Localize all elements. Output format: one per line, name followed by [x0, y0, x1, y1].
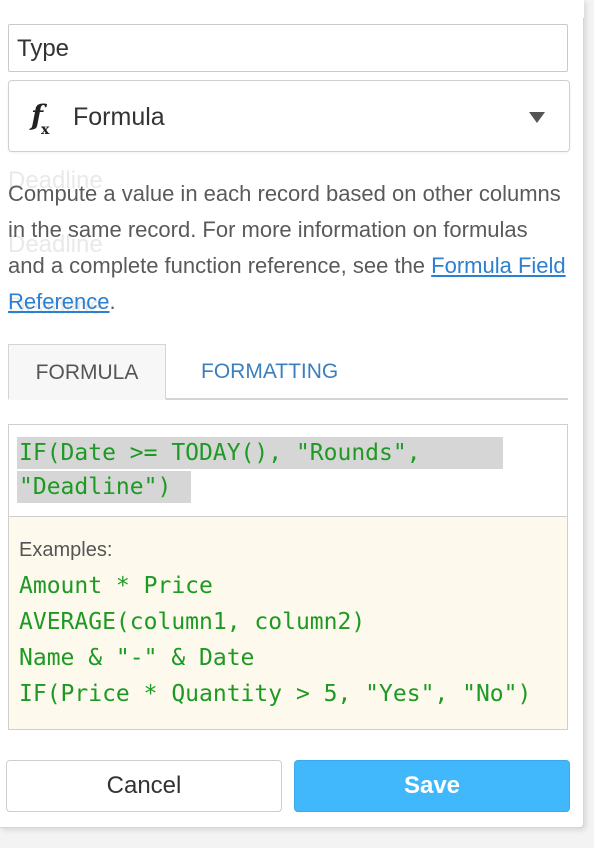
example-item: IF(Price * Quantity > 5, "Yes", "No"): [19, 681, 532, 707]
field-config-panel: Type fx Formula Deadline Deadline Deadli…: [0, 0, 584, 828]
save-button[interactable]: Save: [294, 760, 570, 812]
field-type-label: Formula: [73, 103, 165, 131]
formula-line: "Deadline"): [17, 471, 191, 503]
tab-formula[interactable]: FORMULA: [8, 344, 166, 400]
examples-label: Examples:: [19, 539, 113, 561]
formula-line: IF(Date >= TODAY(), "Rounds",: [17, 437, 503, 469]
field-type-select[interactable]: fx Formula: [8, 80, 570, 152]
examples-box: Examples: Amount * Price AVERAGE(column1…: [8, 516, 568, 730]
formula-editor[interactable]: IF(Date >= TODAY(), "Rounds", "Deadline"…: [8, 424, 568, 516]
example-item: Name & "-" & Date: [19, 645, 255, 671]
formula-description: Compute a value in each record based on …: [8, 176, 568, 320]
cancel-button[interactable]: Cancel: [6, 760, 282, 812]
tab-formatting[interactable]: FORMATTING: [201, 344, 338, 400]
example-item: AVERAGE(column1, column2): [19, 609, 366, 635]
fx-icon: fx: [31, 99, 50, 138]
chevron-down-icon: [529, 112, 545, 123]
panel-top-strip: [0, 0, 584, 18]
description-end: .: [109, 289, 116, 314]
field-name-input[interactable]: Type: [8, 24, 568, 72]
formula-tabs: FORMULA FORMATTING: [8, 344, 568, 400]
example-item: Amount * Price: [19, 573, 213, 599]
